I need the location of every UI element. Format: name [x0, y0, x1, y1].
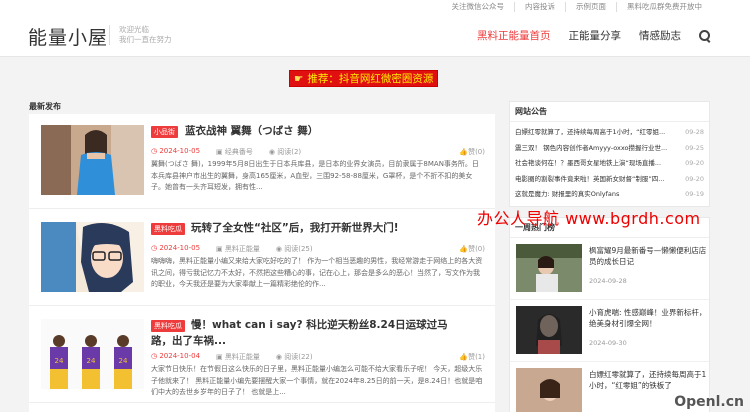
svg-text:24: 24: [87, 357, 96, 365]
post-item[interactable]: 黑料吃瓜 玩转了全女性“社区”后，我打开新世界大门! ◷ 2024-10-05 …: [29, 211, 495, 306]
post-title[interactable]: 慢！what can i say? 科比逆天粉丝8.24日运球过马路，出了车祸.…: [151, 317, 451, 349]
notice-text[interactable]: 电影圈的割裂事件竟来啦！英国新女财督“制服”四...: [515, 172, 680, 188]
notice-text[interactable]: 震三双！ 钢色内容创作者Amyyy-oxxo攒握行业世...: [515, 141, 680, 157]
basketball-players-image: 24 24 24: [41, 319, 144, 389]
post-category-badge[interactable]: 黑料吃瓜: [151, 223, 185, 235]
notice-item[interactable]: 震三双！ 钢色内容创作者Amyyy-oxxo攒握行业世... 09-25: [515, 141, 704, 157]
post-views: ◉ 阅读(2): [268, 148, 302, 156]
site-slogan: 欢迎光临 我们一直在努力: [109, 25, 172, 45]
top-link-wechat[interactable]: 关注微信公众号: [442, 2, 515, 12]
slogan-line-2: 我们一直在努力: [119, 35, 172, 44]
post-likes[interactable]: 👍赞(0): [459, 147, 485, 157]
woman-portrait-image: [516, 305, 582, 354]
nav-home[interactable]: 黑料正能量首页: [477, 28, 551, 43]
pointing-hand-icon: ☛: [294, 73, 304, 85]
notice-text[interactable]: 这就是魔力: 财报里的真实Onlyfans: [515, 187, 680, 203]
post-likes[interactable]: 👍赞(1): [459, 352, 485, 362]
site-header: 能量小屋 欢迎光临 我们一直在努力 黑料正能量首页 正能量分享 情感励志: [0, 17, 750, 57]
post-date: ◷ 2024-10-04: [151, 352, 201, 360]
post-title[interactable]: 玩转了全女性“社区”后，我打开新世界大门!: [191, 220, 491, 236]
weekly-thumbnail[interactable]: [516, 305, 582, 354]
weekly-hot-widget: 一周热门榜 枫富耀9月最新番号—懒懒便利店店员的成长日记 2024-09-28: [509, 216, 710, 412]
nav-emotion[interactable]: 情感励志: [639, 28, 681, 43]
top-link-complaint[interactable]: 内容投诉: [514, 2, 565, 12]
post-excerpt: 翼舞(つばさ 舞)，1999年5月8日出生于日本兵库县，是日本的业界女演员，目前…: [151, 160, 479, 191]
sidebar: 网站公告 白嫖红零就算了，还持续每周高于1小时，“红零姐... 09-28 震三…: [509, 101, 710, 412]
site-logo[interactable]: 能量小屋: [28, 23, 108, 50]
post-date: ◷ 2024-10-05: [151, 244, 201, 252]
promo-banner[interactable]: ☛ 推荐：抖音网红微密圈资源: [289, 70, 439, 87]
notice-text[interactable]: 白嫖红零就算了，还持续每周高于1小时，“红零姐...: [515, 125, 680, 141]
post-excerpt: 大家节日快乐！在节假日这么快乐的日子里，黑料正能量小编怎么可能不给大家看乐子呢！…: [151, 365, 483, 396]
post-date: ◷ 2024-10-05: [151, 147, 201, 155]
weekly-thumbnail[interactable]: [516, 243, 582, 292]
notice-date: 09-20: [685, 174, 704, 183]
notice-date: 09-28: [685, 128, 704, 136]
top-link-sample[interactable]: 示例页面: [565, 2, 616, 12]
post-views: ◉ 阅读(22): [275, 353, 313, 361]
section-title-latest: 最新发布: [29, 102, 61, 111]
post-category-badge[interactable]: 小品街: [151, 126, 178, 138]
woman-photo-image: [516, 367, 582, 412]
notice-item[interactable]: 电影圈的割裂事件竟来啦！英国新女财督“制服”四... 09-20: [515, 172, 704, 188]
notice-date: 09-19: [685, 190, 704, 198]
post-thumbnail[interactable]: 24 24 24: [41, 319, 144, 389]
promo-banner-text: 推荐：抖音网红微密圈资源: [307, 73, 434, 85]
notice-date: 09-25: [685, 143, 704, 152]
weekly-thumbnail[interactable]: [516, 367, 582, 412]
slogan-line-1: 欢迎光临: [119, 25, 149, 34]
notice-widget: 网站公告 白嫖红零就算了，还持续每周高于1小时，“红零姐... 09-28 震三…: [509, 101, 710, 207]
svg-text:24: 24: [55, 357, 64, 365]
site-watermark: Openl.cn: [674, 394, 744, 410]
nav-share[interactable]: 正能量分享: [569, 28, 622, 43]
post-author[interactable]: ▣ 黑料正能量: [216, 244, 260, 254]
weekly-item-title[interactable]: 白嫖红零就算了，还持续每周高于1小时，“红零姐”的铁板了: [589, 369, 707, 391]
post-item[interactable]: 小品街 蓝衣战神 翼舞（つばさ 舞） ◷ 2024-10-05 ▣ 经典番号 ◉…: [29, 114, 495, 209]
weekly-item-date: 2024-09-28: [589, 276, 627, 285]
post-excerpt: 嗨嗨嗨，黑料正能量小编又来给大家吃好吃的了！ 作为一个相当恶趣的男性，我经常游走…: [151, 257, 483, 288]
ad-watermark: 办公人导航 www.bgrdh.com: [477, 209, 701, 228]
post-views: ◉ 阅读(25): [275, 245, 313, 253]
top-utility-bar: 关注微信公众号 内容投诉 示例页面 黑料吃瓜群免费开放中: [0, 0, 750, 17]
post-title[interactable]: 蓝衣战神 翼舞（つばさ 舞）: [185, 123, 485, 139]
weekly-item-title[interactable]: 小育虎喘: 性感巅峰！业界新标杆，绝美身材引爆全网！: [589, 307, 707, 329]
weekly-item[interactable]: 小育虎喘: 性感巅峰！业界新标杆，绝美身材引爆全网！ 2024-09-30: [510, 300, 709, 362]
post-item[interactable]: 24 24 24 黑料吃瓜 慢！what can i say? 科比逆天粉丝8.…: [29, 308, 495, 403]
top-links: 关注微信公众号 内容投诉 示例页面 黑料吃瓜群免费开放中: [442, 2, 713, 12]
post-author[interactable]: ▣ 黑料正能量: [216, 352, 260, 362]
post-thumbnail[interactable]: [41, 222, 144, 292]
notice-item[interactable]: 白嫖红零就算了，还持续每周高于1小时，“红零姐... 09-28: [515, 125, 704, 141]
weekly-item-date: 2024-09-30: [589, 338, 627, 347]
notice-list: 白嫖红零就算了，还持续每周高于1小时，“红零姐... 09-28 震三双！ 钢色…: [510, 122, 709, 206]
search-icon[interactable]: [699, 29, 711, 42]
post-meta: ◷ 2024-10-05 ▣ 黑料正能量 ◉ 阅读(25) 👍赞(0): [151, 244, 485, 254]
woman-blue-dress-image: [41, 125, 144, 195]
notice-date: 09-20: [685, 159, 704, 167]
notice-item[interactable]: 这就是魔力: 财报里的真实Onlyfans 09-19: [515, 187, 704, 203]
notice-text[interactable]: 社会艳谈何在！？墨西哥女星地铁上演“现场直播...: [515, 156, 680, 172]
weekly-item-title[interactable]: 枫富耀9月最新番号—懒懒便利店店员的成长日记: [589, 245, 707, 267]
post-thumbnail[interactable]: [41, 125, 144, 195]
main-nav: 黑料正能量首页 正能量分享 情感励志: [459, 28, 711, 43]
post-meta: ◷ 2024-10-05 ▣ 经典番号 ◉ 阅读(2) 👍赞(0): [151, 147, 485, 157]
svg-text:24: 24: [119, 357, 128, 365]
post-meta: ◷ 2024-10-04 ▣ 黑料正能量 ◉ 阅读(22) 👍赞(1): [151, 352, 485, 362]
post-list: 小品街 蓝衣战神 翼舞（つばさ 舞） ◷ 2024-10-05 ▣ 经典番号 ◉…: [29, 114, 495, 412]
store-clerk-image: [516, 243, 582, 292]
weekly-item[interactable]: 枫富耀9月最新番号—懒懒便利店店员的成长日记 2024-09-28: [510, 238, 709, 300]
notice-item[interactable]: 社会艳谈何在！？墨西哥女星地铁上演“现场直播... 09-20: [515, 156, 704, 172]
top-link-group[interactable]: 黑料吃瓜群免费开放中: [616, 2, 712, 12]
post-likes[interactable]: 👍赞(0): [459, 244, 485, 254]
notice-widget-title: 网站公告: [510, 102, 709, 122]
post-author[interactable]: ▣ 经典番号: [216, 147, 253, 157]
anime-girl-image: [41, 222, 144, 292]
